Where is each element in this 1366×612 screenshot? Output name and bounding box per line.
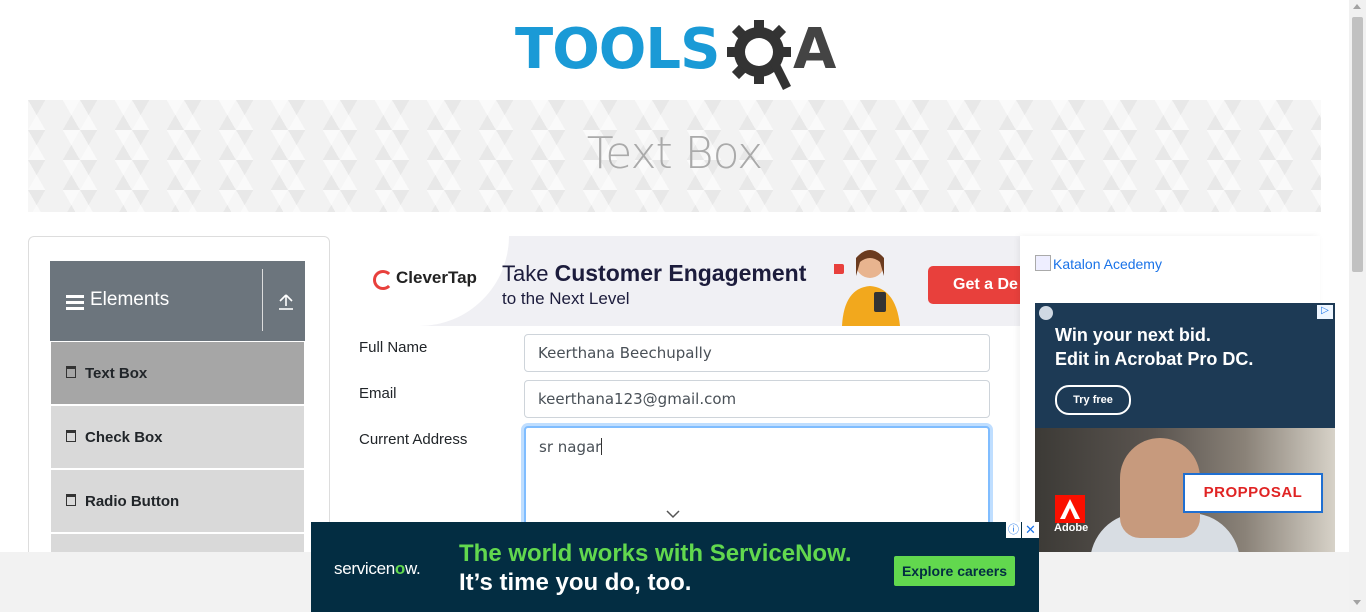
sidebar-item-check-box[interactable]: Check Box bbox=[51, 406, 304, 470]
sidebar-item-label: Text Box bbox=[85, 365, 148, 382]
collapse-arrow-icon[interactable] bbox=[278, 293, 294, 311]
sidebar-item-text-box[interactable]: Text Box bbox=[51, 342, 304, 406]
ad-info-icon[interactable]: ⓘ bbox=[1006, 522, 1021, 538]
adobe-headline-2: Edit in Acrobat Pro DC. bbox=[1055, 349, 1254, 369]
header-divider bbox=[262, 269, 263, 331]
logo-a-text: A bbox=[793, 17, 837, 82]
ad-headline: Take Customer Engagement bbox=[502, 260, 807, 286]
full-name-input[interactable]: Keerthana Beechupally bbox=[524, 334, 990, 372]
ad-close-icon[interactable]: ✕ bbox=[1022, 522, 1039, 538]
text-caret bbox=[601, 438, 603, 455]
email-input[interactable]: keerthana123@gmail.com bbox=[524, 380, 990, 418]
gear-magnifier-icon bbox=[727, 20, 791, 90]
sidebar-item-label: Check Box bbox=[85, 429, 163, 446]
sidebar-item-label: Radio Button bbox=[85, 493, 180, 510]
explore-careers-button[interactable]: Explore careers bbox=[894, 556, 1015, 586]
current-address-label: Current Address bbox=[359, 431, 468, 448]
adobe-headline-1: Win your next bid. bbox=[1055, 325, 1211, 345]
scroll-up-arrow-icon[interactable] bbox=[1353, 4, 1361, 9]
page-banner: Text Box bbox=[28, 100, 1321, 212]
clevertap-ad[interactable]: CleverTap Take Customer Engagement to th… bbox=[359, 236, 1020, 326]
servicenow-headline: The world works with ServiceNow. bbox=[459, 540, 852, 567]
elements-group-label: Elements bbox=[90, 289, 170, 310]
servicenow-ad[interactable]: servicenow. The world works with Service… bbox=[311, 522, 1039, 612]
html5-icon bbox=[66, 366, 76, 378]
left-menu-panel: Elements Text Box Check Box Radio Button bbox=[28, 236, 330, 598]
current-address-textarea[interactable]: sr nagar bbox=[524, 426, 990, 526]
adobe-brand-label: Adobe bbox=[1054, 522, 1089, 534]
proposal-text-box: PROPPOSAL bbox=[1183, 473, 1323, 513]
broken-image-icon bbox=[1035, 255, 1051, 271]
toolsqa-logo[interactable]: TOOLS A bbox=[515, 14, 840, 92]
logo-tools-text: TOOLS bbox=[515, 17, 720, 82]
privacy-shield-icon bbox=[1039, 306, 1053, 320]
email-label: Email bbox=[359, 385, 397, 402]
full-name-label: Full Name bbox=[359, 339, 428, 356]
katalon-academy-link[interactable]: Katalon Acedemy bbox=[1035, 255, 1162, 272]
hamburger-icon bbox=[66, 295, 84, 313]
sidebar-item-radio-button[interactable]: Radio Button bbox=[51, 470, 304, 534]
ad-person-illustration bbox=[834, 250, 900, 326]
html5-icon bbox=[66, 430, 76, 442]
page-title: Text Box bbox=[586, 128, 763, 179]
servicenow-logo: servicenow. bbox=[334, 559, 421, 578]
ad-subline: to the Next Level bbox=[502, 289, 630, 308]
ad-cta-button[interactable]: Get a De bbox=[928, 266, 1020, 304]
adobe-logo-icon bbox=[1055, 495, 1085, 523]
html5-icon bbox=[66, 494, 76, 506]
vertical-scrollbar[interactable] bbox=[1349, 0, 1366, 612]
adobe-acrobat-ad[interactable]: ▷ Win your next bid. Edit in Acrobat Pro… bbox=[1035, 303, 1335, 553]
clevertap-logo: CleverTap bbox=[373, 268, 477, 290]
scrollbar-thumb[interactable] bbox=[1352, 17, 1363, 272]
clevertap-c-icon bbox=[373, 270, 393, 290]
try-free-button[interactable]: Try free bbox=[1055, 385, 1131, 415]
elements-group-header[interactable]: Elements bbox=[50, 261, 305, 341]
chevron-down-icon[interactable] bbox=[665, 508, 681, 520]
current-address-value: sr nagar bbox=[539, 438, 602, 456]
scroll-down-arrow-icon[interactable] bbox=[1353, 600, 1361, 605]
adchoices-icon[interactable]: ▷ bbox=[1317, 305, 1333, 319]
servicenow-subline: It’s time you do, too. bbox=[459, 569, 692, 596]
